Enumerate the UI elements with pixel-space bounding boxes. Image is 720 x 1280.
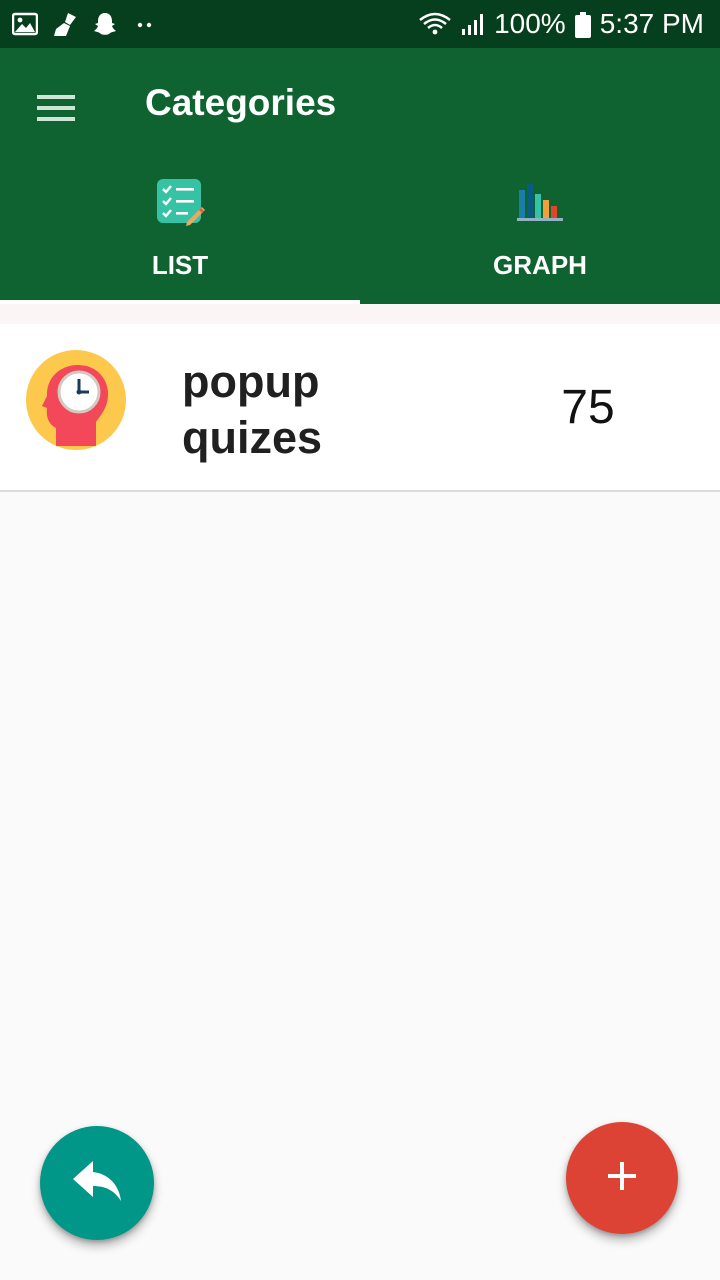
status-bar: 100% 5:37 PM — [0, 0, 720, 48]
category-count: 75 — [561, 381, 615, 434]
cleaner-icon — [52, 11, 78, 37]
hamburger-menu-icon[interactable] — [26, 78, 86, 138]
checklist-icon — [154, 176, 206, 228]
gallery-icon — [11, 11, 39, 37]
bar-graph-icon — [514, 176, 566, 228]
add-category-button[interactable] — [566, 1122, 678, 1234]
plus-icon — [606, 1160, 638, 1197]
content-divider — [0, 304, 720, 324]
tab-label-list: LIST — [151, 250, 209, 280]
category-name: popup quizes — [182, 356, 323, 463]
head-clock-icon — [26, 350, 126, 450]
back-button[interactable] — [40, 1126, 154, 1240]
tab-list[interactable]: LIST — [0, 160, 360, 304]
snapchat-icon — [92, 11, 118, 37]
tab-label-graph: GRAPH — [493, 250, 587, 280]
app-bar: Categories LIST GRAPH — [0, 48, 720, 304]
tab-graph[interactable]: GRAPH — [360, 160, 720, 304]
battery-percent: 100% — [494, 8, 566, 39]
reply-arrow-icon — [71, 1159, 123, 1208]
tab-bar: LIST GRAPH — [0, 160, 720, 304]
more-dots-icon — [132, 11, 158, 37]
signal-icon — [460, 11, 486, 37]
list-item[interactable]: popup quizes 75 — [0, 324, 720, 492]
clock: 5:37 PM — [599, 8, 704, 39]
battery-icon — [574, 11, 592, 38]
page-title: Categories — [145, 82, 337, 123]
wifi-icon — [418, 11, 452, 37]
